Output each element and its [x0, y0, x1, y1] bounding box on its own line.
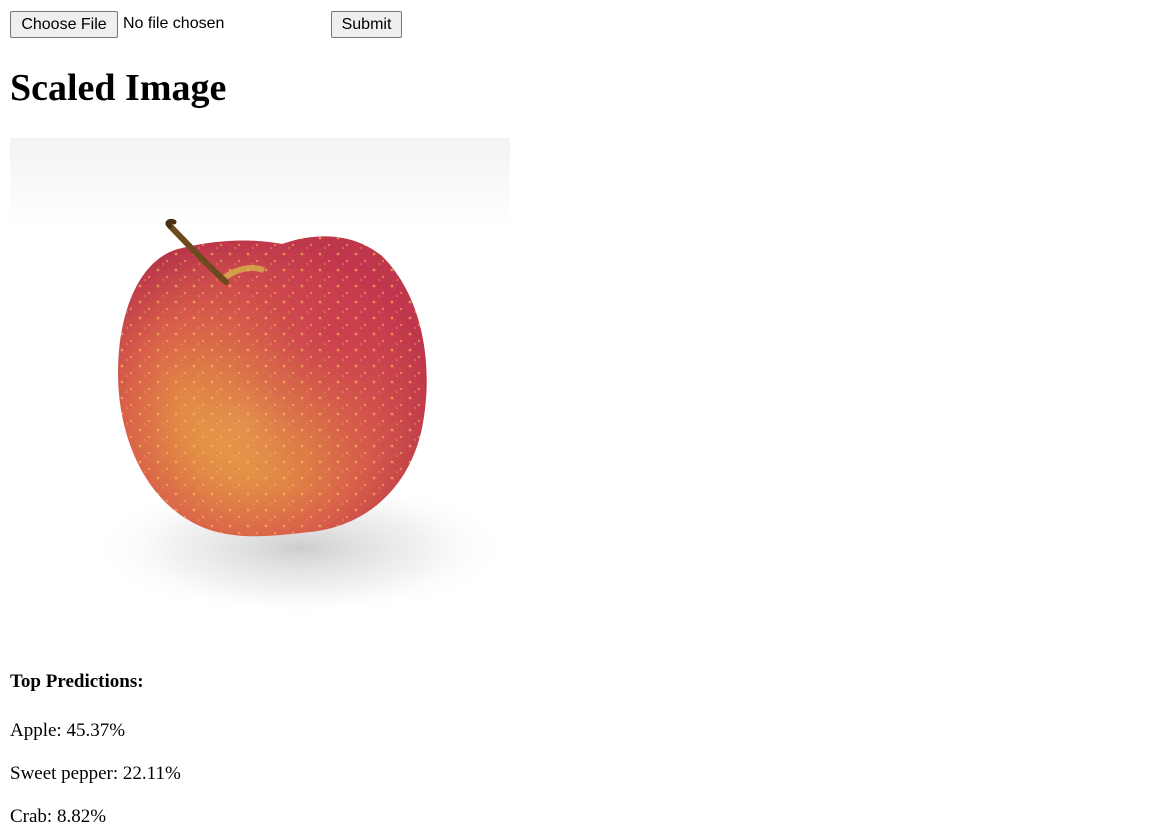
page: Choose File No file chosen Submit Scaled… — [0, 0, 1152, 838]
page-title: Scaled Image — [10, 67, 227, 109]
prediction-item: Sweet pepper: 22.11% — [10, 763, 181, 784]
choose-file-button[interactable]: Choose File — [10, 11, 118, 38]
scaled-image — [10, 138, 510, 638]
submit-button[interactable]: Submit — [331, 11, 402, 38]
predictions-heading: Top Predictions: — [10, 671, 144, 692]
prediction-item: Apple: 45.37% — [10, 720, 126, 741]
file-input[interactable]: Choose File No file chosen — [10, 11, 331, 38]
prediction-item: Crab: 8.82% — [10, 806, 107, 827]
file-status-text: No file chosen — [123, 15, 225, 32]
